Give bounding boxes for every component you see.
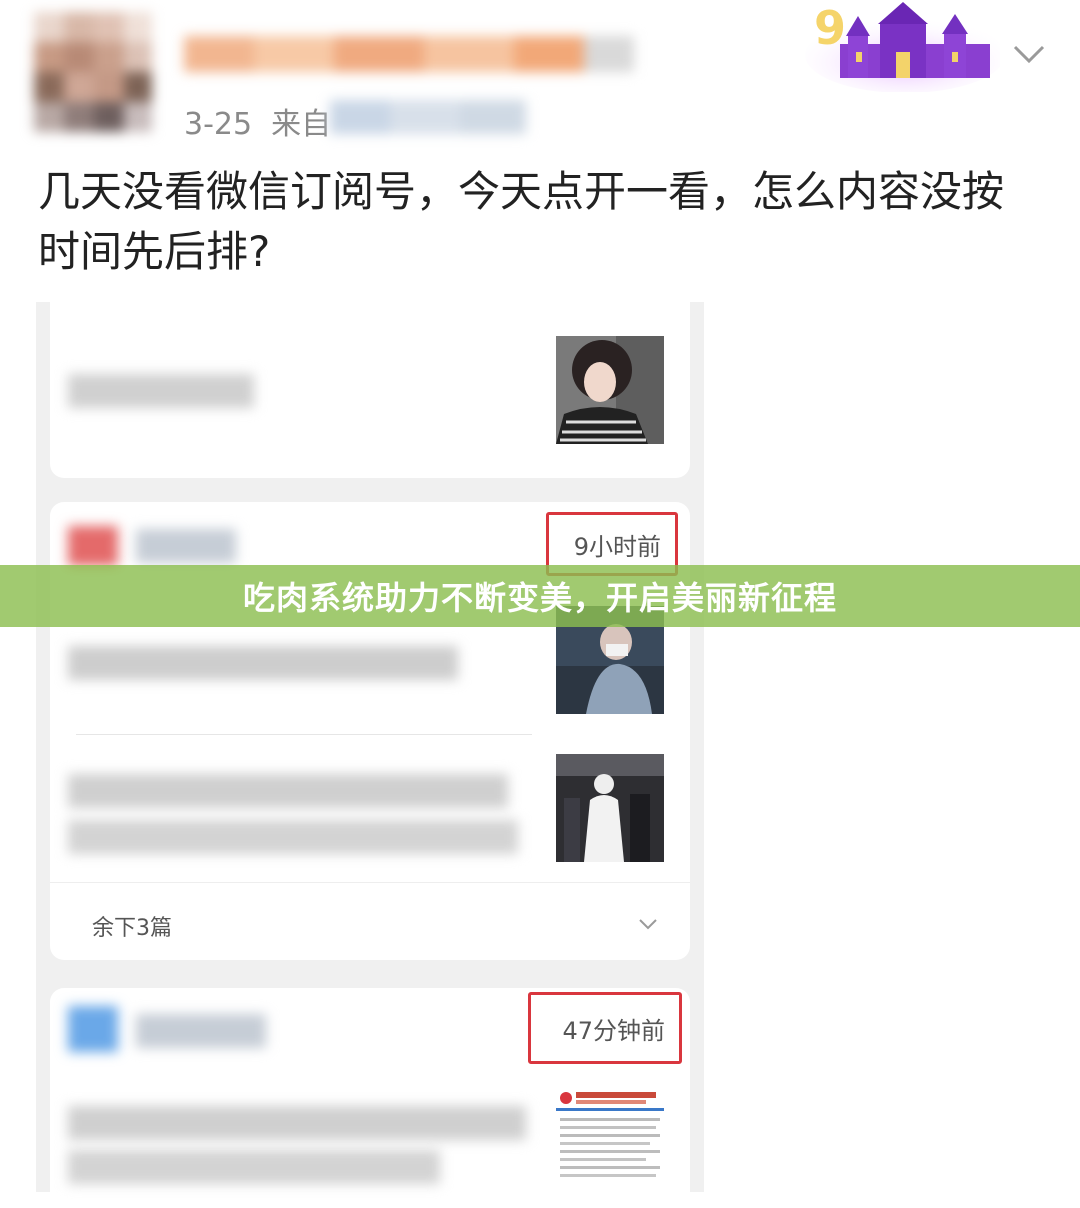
account-name[interactable] [136, 529, 236, 563]
chevron-down-icon[interactable] [1012, 36, 1046, 70]
card-timestamp: 9小时前 [573, 532, 661, 561]
post-source[interactable] [330, 100, 526, 134]
card-timestamp: 47分钟前 [562, 1016, 665, 1045]
article-title[interactable] [68, 374, 254, 408]
account-avatar[interactable] [68, 1006, 118, 1052]
account-name[interactable] [136, 1014, 266, 1048]
article-title-line[interactable] [68, 820, 518, 854]
article-title[interactable] [68, 646, 458, 680]
feed-card[interactable] [50, 302, 690, 478]
more-articles-label[interactable]: 余下3篇 [92, 910, 172, 942]
chevron-down-icon[interactable] [638, 914, 658, 934]
article-thumbnail[interactable] [556, 1088, 664, 1198]
article-thumbnail[interactable] [556, 754, 664, 862]
username[interactable] [184, 36, 634, 72]
castle-badge-icon: 9 [800, 0, 1005, 93]
post-source-prefix: 来自 [271, 107, 332, 142]
timestamp-highlight: 47分钟前 [528, 992, 682, 1064]
article-title-line[interactable] [68, 1150, 440, 1184]
banner-title: 吃肉系统助力不断变美，开启美丽新征程 [242, 579, 837, 617]
subscription-feed-screenshot: 9小时前 余下3篇 47分钟前 [36, 302, 704, 1208]
article-title-line[interactable] [68, 774, 508, 808]
account-avatar[interactable] [68, 526, 118, 566]
post-date: 3-25 [184, 107, 253, 142]
post-text: 几天没看微信订阅号，今天点开一看，怎么内容没按时间先后排? [38, 167, 1005, 276]
post-meta: 3-25 来自 [184, 99, 331, 143]
article-thumbnail[interactable] [556, 336, 664, 444]
avatar[interactable] [34, 12, 152, 134]
title-banner: 吃肉系统助力不断变美，开启美丽新征程 [0, 565, 1080, 627]
feed-card[interactable]: 47分钟前 [50, 988, 690, 1208]
article-title-line[interactable] [68, 1106, 526, 1140]
